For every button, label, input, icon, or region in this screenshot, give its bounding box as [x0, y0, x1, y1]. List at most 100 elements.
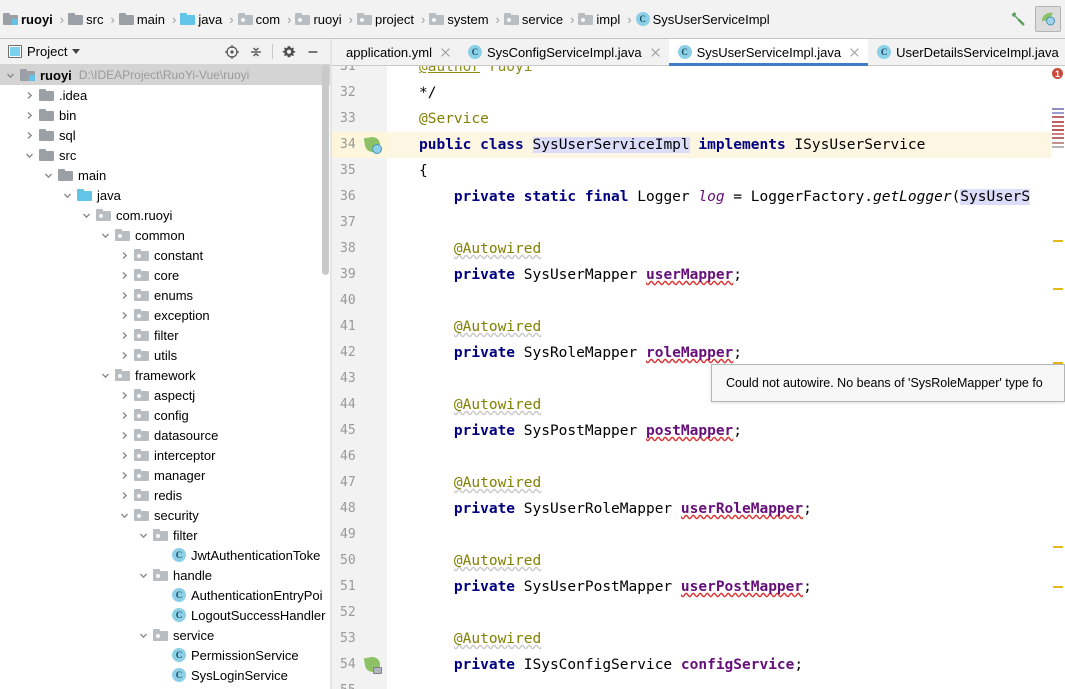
code-line[interactable]: @author ruoyi: [419, 66, 533, 80]
chevron-right-icon[interactable]: [118, 385, 131, 405]
chevron-right-icon[interactable]: [118, 285, 131, 305]
hide-toolwindow-button[interactable]: [302, 41, 324, 63]
code-line[interactable]: private SysUserPostMapper userPostMapper…: [419, 574, 812, 600]
editor-gutter[interactable]: 31 32 33 34 35 36 37 38 39 40 41 42 43 44 45 46 47 48 49 50…: [332, 66, 401, 689]
chevron-right-icon[interactable]: [118, 265, 131, 285]
stripe-warning-marker[interactable]: [1053, 288, 1063, 290]
chevron-down-icon[interactable]: [118, 505, 131, 525]
chevron-down-icon[interactable]: [23, 145, 36, 165]
code-line[interactable]: private static final Logger log = Logger…: [419, 184, 1031, 210]
breadcrumb-item-src[interactable]: src: [67, 7, 107, 31]
tree-item--idea[interactable]: .idea: [0, 85, 330, 105]
tree-item-constant[interactable]: constant: [0, 245, 330, 265]
spring-bean-icon[interactable]: [363, 135, 382, 154]
code-line[interactable]: private SysUserRoleMapper userRoleMapper…: [419, 496, 812, 522]
chevron-down-icon[interactable]: [99, 365, 112, 385]
chevron-right-icon[interactable]: [118, 345, 131, 365]
tree-item-bin[interactable]: bin: [0, 105, 330, 125]
chevron-right-icon[interactable]: [118, 485, 131, 505]
chevron-right-icon[interactable]: [118, 445, 131, 465]
editor-tab-sysconfigserviceimpl-java[interactable]: C SysConfigServiceImpl.java: [459, 39, 669, 65]
code-line[interactable]: {: [419, 158, 428, 184]
tree-item-aspectj[interactable]: aspectj: [0, 385, 330, 405]
stripe-warning-marker[interactable]: [1053, 240, 1063, 242]
collapse-all-button[interactable]: [245, 41, 267, 63]
chevron-right-icon[interactable]: [118, 465, 131, 485]
close-icon[interactable]: [649, 46, 662, 59]
tree-item-interceptor[interactable]: interceptor: [0, 445, 330, 465]
tree-item-service[interactable]: service: [0, 625, 330, 645]
breadcrumb-item-project[interactable]: project: [356, 7, 418, 31]
breadcrumb-item-service[interactable]: service: [503, 7, 567, 31]
chevron-down-icon[interactable]: [137, 625, 150, 645]
tree-item-config[interactable]: config: [0, 405, 330, 425]
project-tree-scrollbar[interactable]: [321, 65, 330, 610]
scrollbar-thumb[interactable]: [322, 65, 329, 275]
breadcrumb-item-sysuserserviceimpl[interactable]: C SysUserServiceImpl: [635, 7, 774, 31]
tree-item-sysloginservice[interactable]: C SysLoginService: [0, 665, 330, 685]
close-icon[interactable]: [439, 46, 452, 59]
tree-item-handle[interactable]: handle: [0, 565, 330, 585]
editor-tab-userdetailsserviceimpl-java[interactable]: C UserDetailsServiceImpl.java: [868, 39, 1065, 65]
chevron-right-icon[interactable]: [118, 405, 131, 425]
tree-item-main[interactable]: main: [0, 165, 330, 185]
tree-item-logoutsuccesshandler[interactable]: C LogoutSuccessHandler: [0, 605, 330, 625]
tree-item-framework[interactable]: framework: [0, 365, 330, 385]
chevron-right-icon[interactable]: [118, 425, 131, 445]
scroll-from-source-button[interactable]: [221, 41, 243, 63]
code-line[interactable]: @Service: [419, 106, 489, 132]
tree-item-ruoyi[interactable]: ruoyi D:\IDEAProject\RuoYi-Vue\ruoyi: [0, 65, 330, 85]
breadcrumb-item-ruoyi[interactable]: ruoyi: [294, 7, 345, 31]
code-line[interactable]: */: [419, 80, 436, 106]
tree-item-jwtauthenticationtoke[interactable]: C JwtAuthenticationToke: [0, 545, 330, 565]
build-hammer-button[interactable]: [1005, 6, 1031, 32]
tree-item-com-ruoyi[interactable]: com.ruoyi: [0, 205, 330, 225]
tree-item-common[interactable]: common: [0, 225, 330, 245]
tree-item-exception[interactable]: exception: [0, 305, 330, 325]
settings-button[interactable]: [278, 41, 300, 63]
code-line[interactable]: private SysRoleMapper roleMapper;: [419, 340, 742, 366]
tree-item-enums[interactable]: enums: [0, 285, 330, 305]
chevron-down-icon[interactable]: [137, 525, 150, 545]
error-count-badge[interactable]: 1: [1052, 68, 1063, 79]
chevron-down-icon[interactable]: [99, 225, 112, 245]
breadcrumb-item-java[interactable]: java: [179, 7, 226, 31]
chevron-right-icon[interactable]: [118, 325, 131, 345]
tree-item-redis[interactable]: redis: [0, 485, 330, 505]
tree-item-core[interactable]: core: [0, 265, 330, 285]
project-tree[interactable]: ruoyi D:\IDEAProject\RuoYi-Vue\ruoyi .idea…: [0, 65, 330, 689]
code-line[interactable]: public class SysUserServiceImpl implemen…: [419, 132, 925, 158]
code-line[interactable]: @Autowired: [419, 548, 541, 574]
tree-item-authenticationentrypoi[interactable]: C AuthenticationEntryPoi: [0, 585, 330, 605]
code-line[interactable]: private ISysConfigService configService;: [419, 652, 803, 678]
close-icon[interactable]: [848, 46, 861, 59]
editor-tab-application-yml[interactable]: application.yml: [332, 39, 459, 65]
breadcrumb-item-system[interactable]: system: [428, 7, 492, 31]
code-line[interactable]: private SysUserMapper userMapper;: [419, 262, 742, 288]
chevron-right-icon[interactable]: [118, 305, 131, 325]
tree-item-security[interactable]: security: [0, 505, 330, 525]
chevron-down-icon[interactable]: [72, 49, 81, 54]
tree-item-utils[interactable]: utils: [0, 345, 330, 365]
code-line[interactable]: @Autowired: [419, 392, 541, 418]
breadcrumb-item-impl[interactable]: impl: [577, 7, 624, 31]
breadcrumb-item-main[interactable]: main: [118, 7, 169, 31]
tree-item-permissionservice[interactable]: C PermissionService: [0, 645, 330, 665]
tree-item-src[interactable]: src: [0, 145, 330, 165]
chevron-down-icon[interactable]: [42, 165, 55, 185]
chevron-down-icon[interactable]: [4, 65, 17, 85]
tree-item-sql[interactable]: sql: [0, 125, 330, 145]
code-line[interactable]: @Autowired: [419, 470, 541, 496]
stripe-warning-marker[interactable]: [1053, 586, 1063, 588]
spring-bean-navigate-icon[interactable]: [363, 655, 382, 674]
code-line[interactable]: private SysPostMapper postMapper;: [419, 418, 742, 444]
chevron-right-icon[interactable]: [23, 125, 36, 145]
stripe-warning-marker[interactable]: [1053, 546, 1063, 548]
tree-item-filter[interactable]: filter: [0, 525, 330, 545]
chevron-down-icon[interactable]: [61, 185, 74, 205]
chevron-right-icon[interactable]: [118, 245, 131, 265]
project-toolwindow-title-button[interactable]: Project: [0, 44, 81, 59]
code-line[interactable]: @Autowired: [419, 314, 541, 340]
code-line[interactable]: @Autowired: [419, 236, 541, 262]
chevron-right-icon[interactable]: [23, 105, 36, 125]
